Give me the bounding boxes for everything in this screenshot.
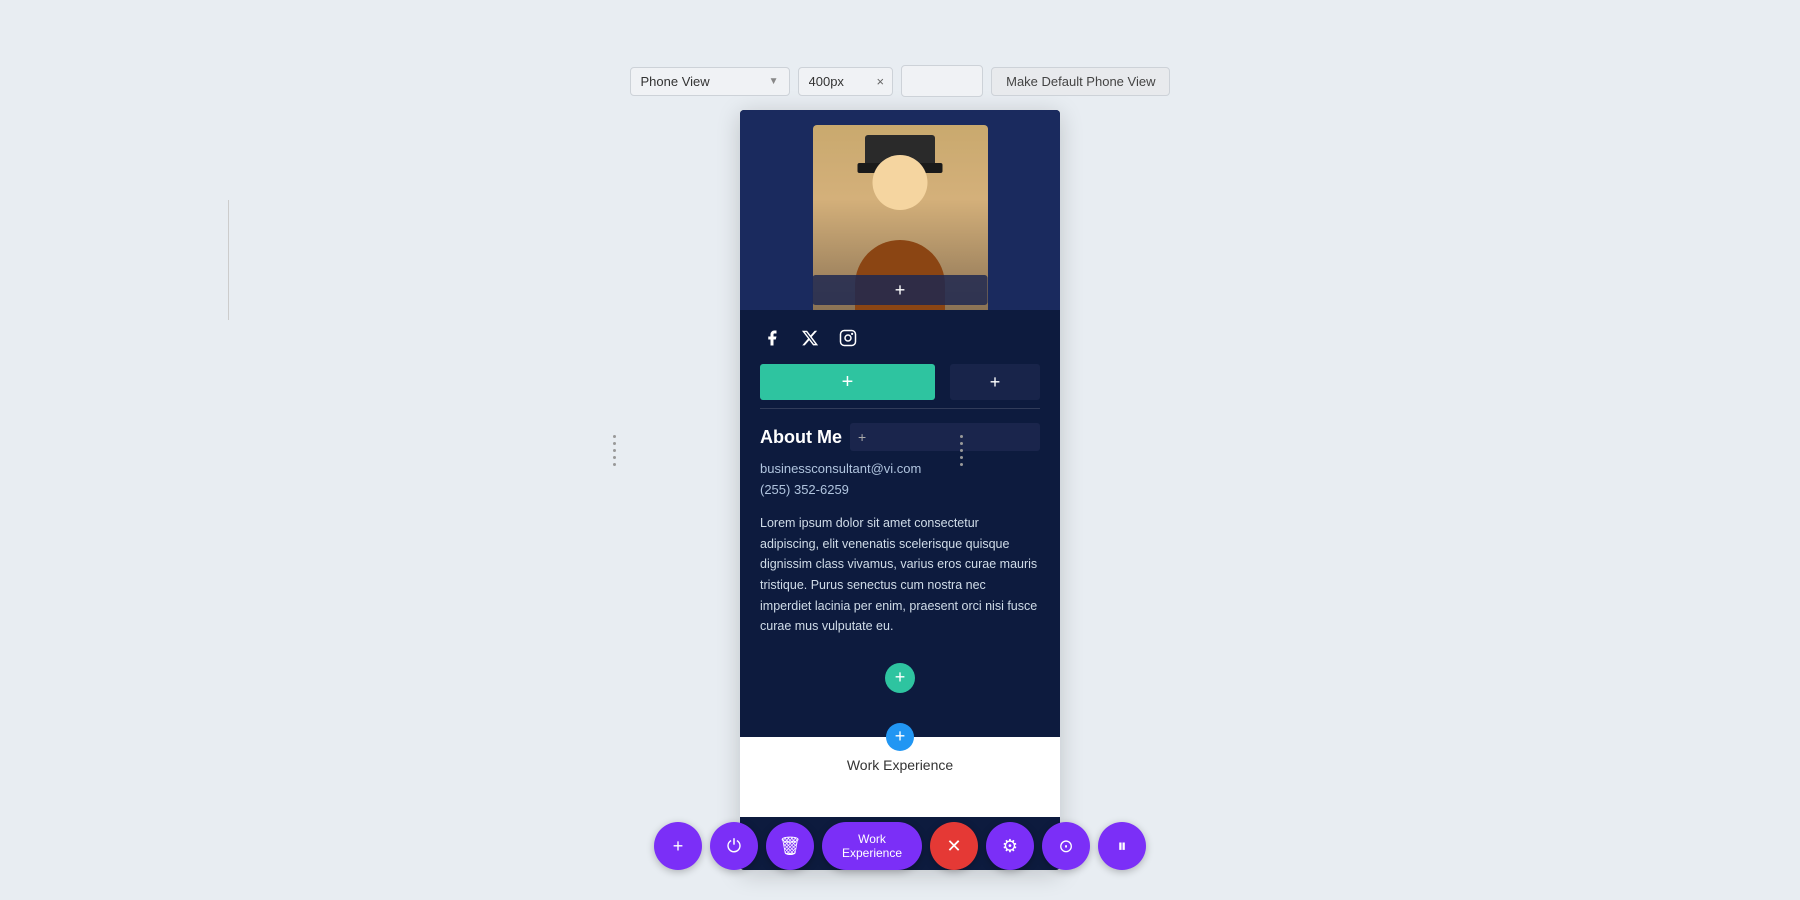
phone-display: (255) 352-6259 <box>760 482 1040 497</box>
add-bar-button[interactable]: + <box>760 364 935 400</box>
drag-dot <box>960 463 963 466</box>
bottom-floating-toolbar: + ⏻ 🗑 Work Experience ✕ ⚙ ⊙ ⏸ <box>654 822 1146 870</box>
make-default-button[interactable]: Make Default Phone View <box>991 67 1170 96</box>
toolbar-empty-field <box>901 65 983 97</box>
add-bar-section: + + <box>740 360 1060 408</box>
section-separator: + <box>740 703 1060 737</box>
gear-icon: ⚙ <box>1002 836 1018 857</box>
twitter-x-icon[interactable] <box>798 326 822 350</box>
drag-dot <box>960 449 963 452</box>
delete-button[interactable]: 🗑 <box>766 822 814 870</box>
drag-dot <box>960 442 963 445</box>
drag-dot <box>613 463 616 466</box>
social-icons-row <box>740 310 1060 360</box>
add-section-icon: + <box>673 836 684 857</box>
section-label-text: Work Experience <box>838 832 906 860</box>
bottom-add-circle[interactable]: + <box>885 663 915 693</box>
left-divider <box>228 200 229 320</box>
power-icon: ⏻ <box>727 836 741 857</box>
person-head-shape <box>873 155 928 210</box>
close-button[interactable]: ✕ <box>930 822 978 870</box>
drag-dot <box>613 442 616 445</box>
phone-preview: + + + <box>740 110 1060 870</box>
clear-width-button[interactable]: × <box>869 69 893 94</box>
history-icon: ⊙ <box>1058 836 1073 857</box>
top-toolbar: Phone View ▼ × Make Default Phone View <box>0 65 1800 97</box>
about-title-row: About Me + <box>760 423 1040 451</box>
bottom-add-circle-section: + <box>740 653 1060 703</box>
add-bar-icon: + <box>842 371 854 394</box>
add-section-button[interactable]: + <box>654 822 702 870</box>
add-overlay-icon: + <box>990 372 1001 393</box>
pause-icon: ⏸ <box>1118 836 1127 857</box>
drag-dot <box>613 449 616 452</box>
trash-icon: 🗑 <box>779 836 802 857</box>
width-input-group: × <box>798 67 894 96</box>
view-selector[interactable]: Phone View ▼ <box>630 67 790 96</box>
drag-dot <box>613 456 616 459</box>
close-icon: ✕ <box>946 836 961 857</box>
section-label-button[interactable]: Work Experience <box>822 822 922 870</box>
history-button[interactable]: ⊙ <box>1042 822 1090 870</box>
about-title: About Me <box>760 427 842 448</box>
about-overlay-icon: + <box>858 429 866 445</box>
left-drag-handle[interactable] <box>610 420 618 480</box>
drag-dot <box>613 435 616 438</box>
section-sep-add-circle[interactable]: + <box>886 723 914 751</box>
bottom-add-icon: + <box>895 667 906 688</box>
view-selector-label: Phone View <box>641 74 710 89</box>
about-title-overlay[interactable]: + <box>850 423 1040 451</box>
chevron-down-icon: ▼ <box>769 76 779 87</box>
instagram-icon[interactable] <box>836 326 860 350</box>
drag-dot <box>960 456 963 459</box>
drag-dot <box>960 435 963 438</box>
about-section: About Me + businessconsultant@vi.com (25… <box>740 409 1060 653</box>
facebook-icon[interactable] <box>760 326 784 350</box>
power-button[interactable]: ⏻ <box>710 822 758 870</box>
image-add-overlay[interactable]: + <box>813 275 988 305</box>
pause-button[interactable]: ⏸ <box>1098 822 1146 870</box>
image-add-icon: + <box>895 280 906 301</box>
work-experience-label: Work Experience <box>847 757 953 773</box>
add-bar-overlay[interactable]: + <box>950 364 1040 400</box>
section-sep-icon: + <box>895 726 906 747</box>
settings-button[interactable]: ⚙ <box>986 822 1034 870</box>
width-input[interactable] <box>799 68 869 95</box>
bio-text: Lorem ipsum dolor sit amet consectetur a… <box>760 513 1040 647</box>
email-display: businessconsultant@vi.com <box>760 461 1040 476</box>
right-drag-handle[interactable] <box>957 420 965 480</box>
